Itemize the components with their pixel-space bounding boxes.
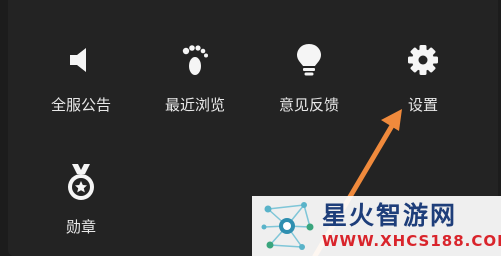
footprint-icon xyxy=(173,38,217,82)
watermark-url: WWW.XHCS188.COM xyxy=(322,232,501,250)
menu-item-recent-browse[interactable]: 最近浏览 xyxy=(140,38,250,128)
menu-item-label: 意见反馈 xyxy=(278,96,339,114)
menu-item-label: 全服公告 xyxy=(50,96,111,114)
network-logo-icon xyxy=(261,202,314,250)
watermark: 星火智游网 WWW.XHCS188.COM xyxy=(252,196,501,256)
speaker-icon xyxy=(59,38,103,82)
menu-item-feedback[interactable]: 意见反馈 xyxy=(254,38,364,128)
menu-item-label: 设置 xyxy=(407,96,438,114)
gear-icon xyxy=(401,38,445,82)
menu-item-label: 最近浏览 xyxy=(164,96,225,114)
screen: 全服公告 最近浏览 意见反馈 设置 勋章 星火智游网 WWW.XHCS188.C… xyxy=(0,0,501,256)
medal-icon xyxy=(59,160,103,204)
menu-item-label: 勋章 xyxy=(65,218,96,236)
watermark-title: 星火智游网 xyxy=(322,201,458,230)
menu-item-medal[interactable]: 勋章 xyxy=(26,160,136,250)
lightbulb-icon xyxy=(287,38,331,82)
menu-item-announcement[interactable]: 全服公告 xyxy=(26,38,136,128)
menu-item-settings[interactable]: 设置 xyxy=(368,38,478,128)
